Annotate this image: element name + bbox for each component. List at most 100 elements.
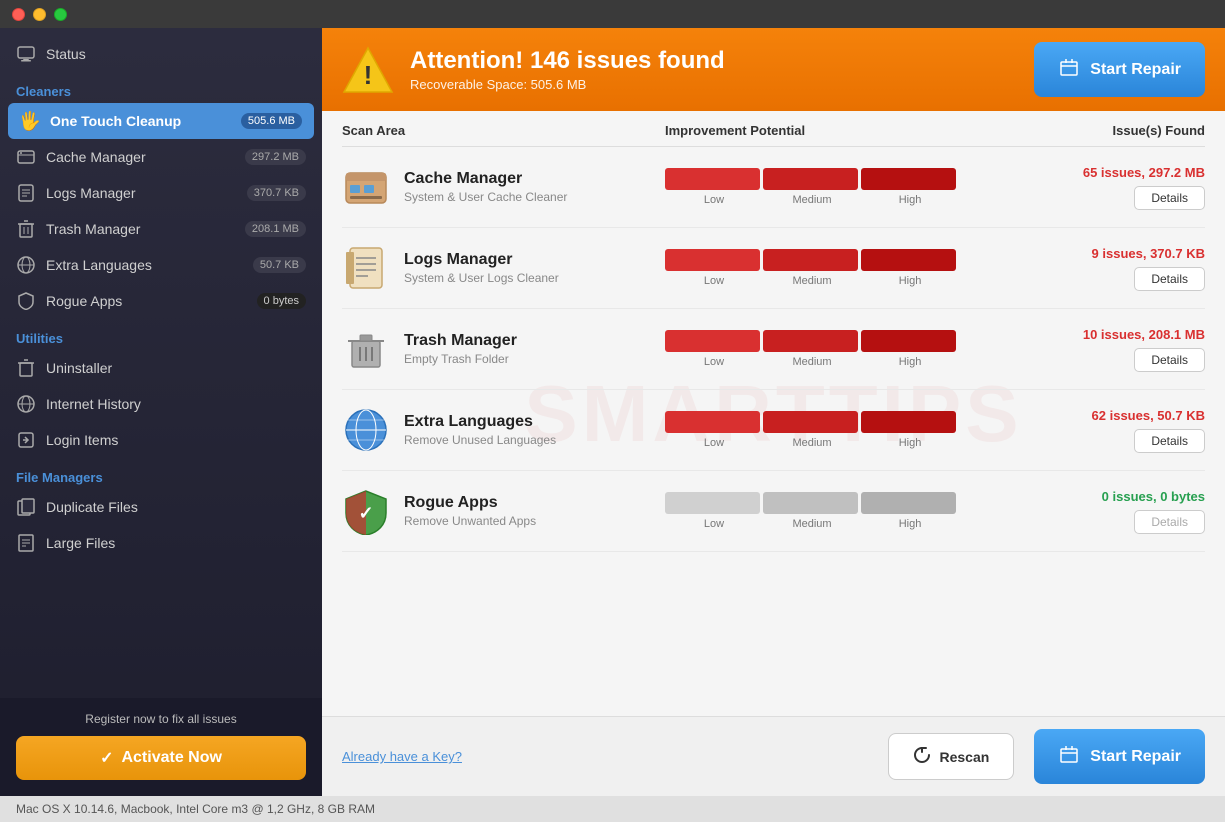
languages-label-low: Low [665,437,763,449]
maximize-button[interactable] [54,8,67,21]
languages-item-info: Extra Languages Remove Unused Languages [342,406,665,454]
cache-row-icon [342,163,390,211]
languages-bar-low [665,411,760,433]
trash-item-info: Trash Manager Empty Trash Folder [342,325,665,373]
cache-row-desc: System & User Cache Cleaner [404,190,567,204]
cache-details-button[interactable]: Details [1134,186,1205,210]
trash-row-name: Trash Manager [404,332,517,350]
start-repair-button-bottom[interactable]: Start Repair [1034,729,1205,784]
logs-item-info: Logs Manager System & User Logs Cleaner [342,244,665,292]
col-scan-area: Scan Area [342,123,665,138]
minimize-button[interactable] [33,8,46,21]
cache-issues-found: 65 issues, 297.2 MB Details [985,165,1205,210]
languages-badge: 50.7 KB [253,257,306,273]
alert-text: Attention! 146 issues found Recoverable … [410,47,1018,92]
sidebar-item-cache[interactable]: Cache Manager 297.2 MB [0,139,322,175]
languages-issues-found: 62 issues, 50.7 KB Details [985,408,1205,453]
logs-row-desc: System & User Logs Cleaner [404,271,559,285]
start-repair-button-top[interactable]: Start Repair [1034,42,1205,97]
rogue-issues-text: 0 issues, 0 bytes [1102,489,1205,504]
sidebar-item-rogue[interactable]: Rogue Apps 0 bytes [0,283,322,319]
shield-icon [16,291,36,311]
logs-bar-med [763,249,858,271]
table-row-trash: Trash Manager Empty Trash Folder Low Med… [342,309,1205,390]
sidebar-item-logs[interactable]: Logs Manager 370.7 KB [0,175,322,211]
trash-row-desc: Empty Trash Folder [404,352,517,366]
start-repair-label-top: Start Repair [1090,61,1181,79]
logs-issues-text: 9 issues, 370.7 KB [1092,246,1205,261]
logs-bar-low [665,249,760,271]
status-bar-text: Mac OS X 10.14.6, Macbook, Intel Core m3… [16,802,375,816]
sidebar-item-logs-label: Logs Manager [46,185,237,201]
cache-bar-med [763,168,858,190]
sidebar-item-duplicate[interactable]: Duplicate Files [0,489,322,525]
sidebar-item-one-touch-label: One Touch Cleanup [50,113,231,129]
sidebar-item-status[interactable]: Status [0,36,322,72]
logs-label-low: Low [665,275,763,287]
languages-details-button[interactable]: Details [1134,429,1205,453]
already-have-key-link[interactable]: Already have a Key? [342,749,868,764]
rogue-row-desc: Remove Unwanted Apps [404,514,536,528]
sidebar-section-cleaners: Cleaners [0,72,322,103]
sidebar-bottom: Register now to fix all issues ✓ Activat… [0,698,322,796]
cache-label-med: Medium [763,194,861,206]
close-button[interactable] [12,8,25,21]
cache-item-info: Cache Manager System & User Cache Cleane… [342,163,665,211]
trash-label-high: High [861,356,959,368]
start-repair-label-bottom: Start Repair [1090,748,1181,766]
sidebar: Status Cleaners 🖐 One Touch Cleanup 505.… [0,28,322,796]
uninstaller-icon [16,358,36,378]
repair-icon-bottom [1058,743,1080,770]
rogue-badge: 0 bytes [257,293,306,309]
one-touch-badge: 505.6 MB [241,113,302,129]
languages-row-icon [342,406,390,454]
logs-row-name: Logs Manager [404,251,559,269]
languages-progress: Low Medium High [665,411,985,449]
trash-bar-low [665,330,760,352]
svg-text:✓: ✓ [358,503,373,523]
logs-icon [16,183,36,203]
languages-issues-text: 62 issues, 50.7 KB [1092,408,1205,423]
rogue-item-info: ✓ Rogue Apps Remove Unwanted Apps [342,487,665,535]
sidebar-item-one-touch[interactable]: 🖐 One Touch Cleanup 505.6 MB [8,103,314,139]
sidebar-item-large[interactable]: Large Files [0,525,322,561]
languages-label-high: High [861,437,959,449]
cache-label-high: High [861,194,959,206]
logs-details-button[interactable]: Details [1134,267,1205,291]
bottom-bar: Already have a Key? Rescan [322,716,1225,796]
sidebar-item-internet[interactable]: Internet History [0,386,322,422]
main-content: ! Attention! 146 issues found Recoverabl… [322,28,1225,796]
sidebar-item-uninstaller[interactable]: Uninstaller [0,350,322,386]
trash-label-low: Low [665,356,763,368]
sidebar-item-large-label: Large Files [46,535,306,551]
sidebar-item-login[interactable]: Login Items [0,422,322,458]
status-bar: Mac OS X 10.14.6, Macbook, Intel Core m3… [0,796,1225,822]
cache-icon [16,147,36,167]
cache-label-low: Low [665,194,763,206]
rogue-label-med: Medium [763,518,861,530]
rescan-button[interactable]: Rescan [888,733,1014,780]
cache-row-name: Cache Manager [404,170,567,188]
sidebar-item-trash[interactable]: Trash Manager 208.1 MB [0,211,322,247]
sidebar-item-trash-label: Trash Manager [46,221,235,237]
rogue-details-button[interactable]: Details [1134,510,1205,534]
titlebar [0,0,1225,28]
logs-label-med: Medium [763,275,861,287]
sidebar-item-languages[interactable]: Extra Languages 50.7 KB [0,247,322,283]
largefile-icon [16,533,36,553]
table-row-logs: Logs Manager System & User Logs Cleaner … [342,228,1205,309]
trash-row-icon [342,325,390,373]
activate-button[interactable]: ✓ Activate Now [16,736,306,780]
trash-details-button[interactable]: Details [1134,348,1205,372]
col-issues: Issue(s) Found [985,123,1205,138]
alert-title: Attention! 146 issues found [410,47,1018,75]
rogue-row-icon: ✓ [342,487,390,535]
trash-bar-high [861,330,956,352]
cache-progress: Low Medium High [665,168,985,206]
logs-bar-high [861,249,956,271]
logs-issues-found: 9 issues, 370.7 KB Details [985,246,1205,291]
rogue-issues-found: 0 issues, 0 bytes Details [985,489,1205,534]
cache-badge: 297.2 MB [245,149,306,165]
table-area: SMARTTIPS Scan Area Improvement Potentia… [322,111,1225,716]
table-row-cache: Cache Manager System & User Cache Cleane… [342,147,1205,228]
